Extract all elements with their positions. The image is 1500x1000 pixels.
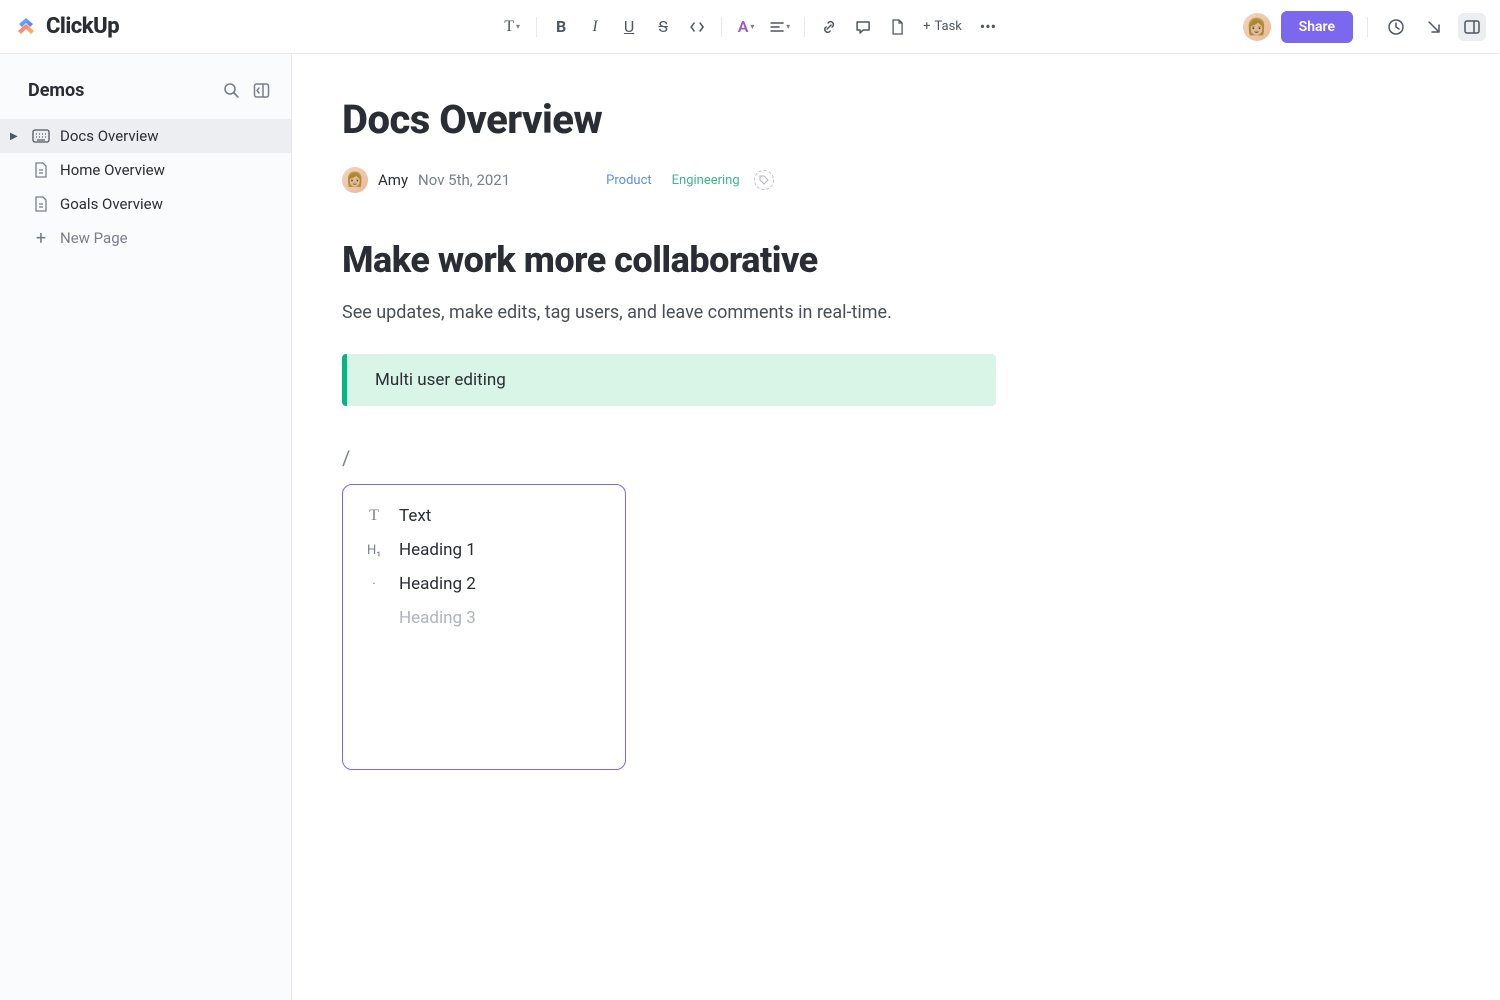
slash-menu-item-text[interactable]: T Text [351, 499, 617, 533]
author-avatar[interactable]: 👩🏼 [342, 167, 368, 193]
section-paragraph[interactable]: See updates, make edits, tag users, and … [342, 299, 1302, 326]
sidebar-header: Demos [0, 72, 291, 119]
text-color-dropdown[interactable]: A ▾ [732, 13, 760, 41]
separator [536, 17, 537, 37]
heading-2-icon: · [365, 577, 383, 592]
sidebar-item-label: Docs Overview [60, 127, 159, 145]
keyboard-icon [32, 127, 50, 145]
caret-right-icon: ▶ [10, 131, 22, 142]
separator [721, 17, 722, 37]
app-name: ClickUp [46, 14, 119, 39]
collapse-panel-icon [253, 82, 270, 99]
link-button[interactable] [815, 13, 843, 41]
underline-icon: U [624, 17, 634, 36]
tag-icon [759, 175, 769, 185]
separator [1367, 17, 1368, 37]
chevron-down-icon: ▾ [786, 22, 790, 31]
page-button[interactable] [883, 13, 911, 41]
sidebar-item-label: Home Overview [60, 161, 165, 179]
format-toolbar: T ▾ B I U S A ▾ ▾ + Task [498, 13, 1002, 41]
code-button[interactable] [683, 13, 711, 41]
plus-icon: + [923, 19, 930, 34]
menu-item-label: Text [399, 506, 431, 526]
italic-button[interactable]: I [581, 13, 609, 41]
toolbar-right: 👩🏼 Share [1243, 11, 1486, 43]
sidebar-item-home-overview[interactable]: Home Overview [0, 153, 291, 187]
menu-item-label: Heading 3 [399, 608, 476, 628]
slash-menu-item-heading-3[interactable]: Heading 3 [351, 601, 617, 635]
export-button[interactable] [1420, 13, 1448, 41]
app-logo[interactable]: ClickUp [14, 14, 119, 39]
search-icon [223, 82, 240, 99]
slash-trigger[interactable]: / [342, 446, 1302, 470]
text-color-icon: A [738, 17, 749, 36]
add-tag-button[interactable] [754, 170, 774, 190]
document-tags: Product Engineering [600, 170, 774, 191]
underline-button[interactable]: U [615, 13, 643, 41]
slash-menu-item-heading-2[interactable]: · Heading 2 [351, 567, 617, 601]
add-task-button[interactable]: + Task [917, 19, 968, 34]
strikethrough-button[interactable]: S [649, 13, 677, 41]
link-icon [821, 19, 837, 35]
comment-button[interactable] [849, 13, 877, 41]
user-avatar[interactable]: 👩🏼 [1243, 13, 1271, 41]
download-arrow-icon [1425, 18, 1443, 36]
sidebar-item-label: Goals Overview [60, 195, 163, 213]
new-page-button[interactable]: + New Page [0, 221, 291, 255]
top-toolbar: ClickUp T ▾ B I U S A ▾ ▾ [0, 0, 1500, 54]
comment-icon [855, 19, 871, 35]
plus-icon: + [32, 229, 50, 247]
share-button[interactable]: Share [1281, 11, 1353, 43]
tag-engineering[interactable]: Engineering [666, 170, 746, 191]
history-button[interactable] [1382, 13, 1410, 41]
chevron-down-icon: ▾ [750, 22, 754, 31]
code-icon [689, 19, 705, 35]
slash-command-menu: T Text H₁ Heading 1 · Heading 2 Heading … [342, 484, 626, 770]
document-meta: 👩🏼 Amy Nov 5th, 2021 Product Engineering [342, 167, 1302, 193]
author-name: Amy [378, 171, 408, 189]
section-heading[interactable]: Make work more collaborative [342, 239, 1302, 281]
main-layout: Demos ▶ Docs Overview Home Overview [0, 54, 1500, 1000]
document-content: Docs Overview 👩🏼 Amy Nov 5th, 2021 Produ… [292, 54, 1500, 1000]
sidebar: Demos ▶ Docs Overview Home Overview [0, 54, 292, 1000]
sidebar-item-goals-overview[interactable]: Goals Overview [0, 187, 291, 221]
text-style-icon: T [504, 18, 514, 36]
page-icon [32, 195, 50, 213]
slash-menu-item-heading-1[interactable]: H₁ Heading 1 [351, 533, 617, 567]
separator [804, 17, 805, 37]
sidebar-title: Demos [28, 80, 84, 101]
strikethrough-icon: S [658, 17, 668, 36]
page-icon [32, 161, 50, 179]
document-title[interactable]: Docs Overview [342, 96, 1302, 143]
tag-product[interactable]: Product [600, 170, 657, 191]
chevron-down-icon: ▾ [516, 22, 520, 31]
italic-icon: I [592, 18, 597, 36]
new-page-label: New Page [60, 229, 128, 247]
callout-block[interactable]: Multi user editing [342, 354, 996, 406]
ellipsis-icon: ••• [980, 17, 996, 36]
sidebar-item-docs-overview[interactable]: ▶ Docs Overview [0, 119, 291, 153]
search-button[interactable] [221, 81, 241, 101]
page-badge-icon [890, 19, 904, 35]
panel-icon [1463, 18, 1481, 36]
panel-toggle-button[interactable] [1458, 13, 1486, 41]
menu-item-label: Heading 1 [399, 540, 476, 560]
align-icon [770, 20, 784, 34]
clickup-logo-icon [14, 15, 38, 39]
align-dropdown[interactable]: ▾ [766, 13, 794, 41]
heading-1-icon: H₁ [365, 543, 383, 558]
collapse-sidebar-button[interactable] [251, 81, 271, 101]
text-type-icon: T [365, 507, 383, 525]
document-date: Nov 5th, 2021 [418, 171, 510, 189]
clock-icon [1387, 18, 1405, 36]
more-button[interactable]: ••• [974, 13, 1002, 41]
menu-item-label: Heading 2 [399, 574, 476, 594]
text-style-dropdown[interactable]: T ▾ [498, 13, 526, 41]
callout-text: Multi user editing [375, 370, 506, 390]
task-label: Task [934, 19, 961, 34]
bold-icon: B [556, 17, 566, 36]
bold-button[interactable]: B [547, 13, 575, 41]
